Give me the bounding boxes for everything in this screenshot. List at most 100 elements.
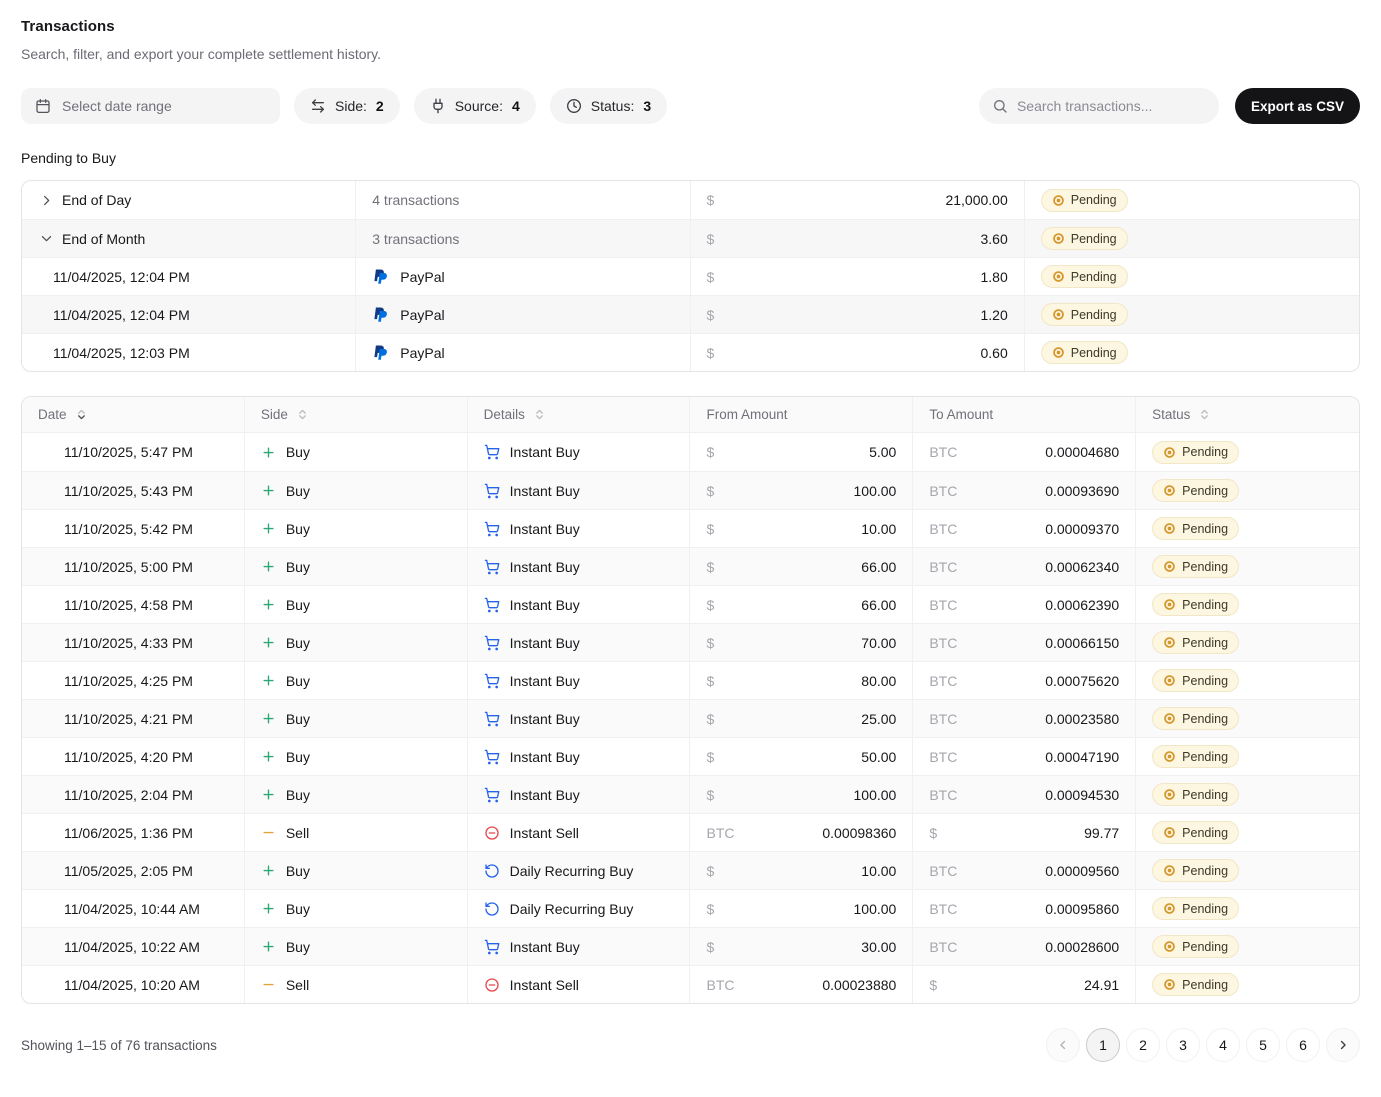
to-amount: 24.91 xyxy=(1084,977,1119,993)
transactions-page: Transactions Search, filter, and export … xyxy=(0,0,1381,1062)
date-cell: 11/04/2025, 10:44 AM xyxy=(22,890,245,927)
pending-dot-icon xyxy=(1163,788,1176,801)
date-cell: 11/10/2025, 5:43 PM xyxy=(22,472,245,509)
from-currency: $ xyxy=(706,559,714,575)
status-badge: Pending xyxy=(1152,783,1239,806)
transaction-row: 11/10/2025, 5:47 PMBuyInstant Buy$5.00BT… xyxy=(22,433,1359,471)
column-label: Side xyxy=(261,407,288,422)
details-label: Instant Buy xyxy=(510,559,580,575)
page-button-6[interactable]: 6 xyxy=(1286,1028,1320,1062)
side-label: Buy xyxy=(286,749,310,765)
sort-icon xyxy=(533,408,546,421)
to-amount-cell: BTC0.00047190 xyxy=(913,738,1136,775)
from-amount-cell: $66.00 xyxy=(690,586,913,623)
status-badge: Pending xyxy=(1152,745,1239,768)
child-amount: 1.20 xyxy=(981,307,1008,323)
filter-pill-side[interactable]: Side:2 xyxy=(294,88,400,124)
page-button-1[interactable]: 1 xyxy=(1086,1028,1120,1062)
cart-icon xyxy=(484,939,500,955)
details-label: Instant Buy xyxy=(510,787,580,803)
column-header-side[interactable]: Side xyxy=(245,397,468,432)
to-amount-cell: BTC0.00028600 xyxy=(913,928,1136,965)
calendar-icon xyxy=(35,98,51,114)
column-header-date[interactable]: Date xyxy=(22,397,245,432)
filter-pill-source[interactable]: Source:4 xyxy=(414,88,536,124)
transaction-row: 11/04/2025, 10:44 AM Buy Daily Recurring B… xyxy=(22,889,1359,927)
plus-icon xyxy=(261,863,276,878)
chevron-left-small-icon xyxy=(1056,1038,1070,1052)
side-label: Buy xyxy=(286,483,310,499)
export-csv-button[interactable]: Export as CSV xyxy=(1235,88,1360,124)
status-badge: Pending xyxy=(1152,859,1239,882)
side-cell: Buy xyxy=(245,890,468,927)
details-cell: Instant Buy xyxy=(468,624,691,661)
source-cell: PayPal xyxy=(356,258,690,295)
status-badge: Pending xyxy=(1152,935,1239,958)
group-name-cell[interactable]: End of Day xyxy=(22,181,356,219)
side-label: Buy xyxy=(286,444,310,460)
transaction-date: 11/10/2025, 2:04 PM xyxy=(64,787,193,803)
pending-dot-icon xyxy=(1163,598,1176,611)
group-name-cell[interactable]: End of Month xyxy=(22,220,356,257)
to-amount: 0.00009560 xyxy=(1045,863,1119,879)
plus-icon xyxy=(261,559,276,574)
from-amount: 0.00023880 xyxy=(822,977,896,993)
details-cell: Instant Buy xyxy=(468,510,691,547)
cart-icon xyxy=(484,711,500,727)
transaction-date: 11/10/2025, 4:58 PM xyxy=(64,597,193,613)
details-label: Daily Recurring Buy xyxy=(510,901,634,917)
transaction-row: 11/10/2025, 4:33 PMBuyInstant Buy$70.00B… xyxy=(22,623,1359,661)
to-amount-cell: BTC0.00093690 xyxy=(913,472,1136,509)
currency-symbol: $ xyxy=(707,345,715,361)
pending-child-row: 11/04/2025, 12:03 PMPayPal$0.60Pending xyxy=(22,333,1359,371)
to-amount: 0.00062390 xyxy=(1045,597,1119,613)
details-cell: Instant Buy xyxy=(468,928,691,965)
page-button-3[interactable]: 3 xyxy=(1166,1028,1200,1062)
status-label: Pending xyxy=(1182,750,1228,764)
date-cell: 11/10/2025, 2:04 PM xyxy=(22,776,245,813)
source-label: PayPal xyxy=(400,269,444,285)
from-currency: $ xyxy=(706,597,714,613)
pill-count: 2 xyxy=(376,98,384,114)
from-currency: $ xyxy=(706,787,714,803)
next-page-button[interactable] xyxy=(1326,1028,1360,1062)
transaction-count: 3 transactions xyxy=(372,231,459,247)
side-cell: Buy xyxy=(245,472,468,509)
page-button-2[interactable]: 2 xyxy=(1126,1028,1160,1062)
date-range-picker[interactable]: Select date range xyxy=(21,88,280,124)
page-button-5[interactable]: 5 xyxy=(1246,1028,1280,1062)
plus-icon xyxy=(261,787,276,802)
side-label: Buy xyxy=(286,939,310,955)
filter-pill-status[interactable]: Status:3 xyxy=(550,88,667,124)
transaction-row: 11/10/2025, 2:04 PMBuyInstant Buy$100.00… xyxy=(22,775,1359,813)
status-badge: Pending xyxy=(1152,593,1239,616)
page-button-4[interactable]: 4 xyxy=(1206,1028,1240,1062)
pill-count: 3 xyxy=(643,98,651,114)
side-cell: Buy xyxy=(245,776,468,813)
to-currency: BTC xyxy=(929,749,957,765)
search-input[interactable] xyxy=(1017,98,1206,114)
column-header-status[interactable]: Status xyxy=(1136,397,1359,432)
search-box[interactable] xyxy=(979,88,1219,124)
side-label: Buy xyxy=(286,901,310,917)
status-label: Pending xyxy=(1182,598,1228,612)
details-cell: Instant Buy xyxy=(468,662,691,699)
side-label: Buy xyxy=(286,711,310,727)
plus-icon xyxy=(261,521,276,536)
prev-page-button[interactable] xyxy=(1046,1028,1080,1062)
to-currency: BTC xyxy=(929,939,957,955)
pending-group-row: End of Day4 transactions$21,000.00Pendin… xyxy=(22,181,1359,219)
side-cell: Buy xyxy=(245,928,468,965)
date-cell: 11/04/2025, 12:04 PM xyxy=(22,296,356,333)
status-cell: Pending xyxy=(1136,890,1359,927)
status-badge: Pending xyxy=(1152,669,1239,692)
to-amount-cell: BTC0.00062390 xyxy=(913,586,1136,623)
from-amount-cell: BTC0.00098360 xyxy=(690,814,913,851)
to-currency: BTC xyxy=(929,787,957,803)
from-amount-cell: $10.00 xyxy=(690,510,913,547)
status-cell: Pending xyxy=(1136,928,1359,965)
to-currency: BTC xyxy=(929,483,957,499)
column-header-details[interactable]: Details xyxy=(468,397,691,432)
side-label: Buy xyxy=(286,673,310,689)
side-cell: Buy xyxy=(245,586,468,623)
